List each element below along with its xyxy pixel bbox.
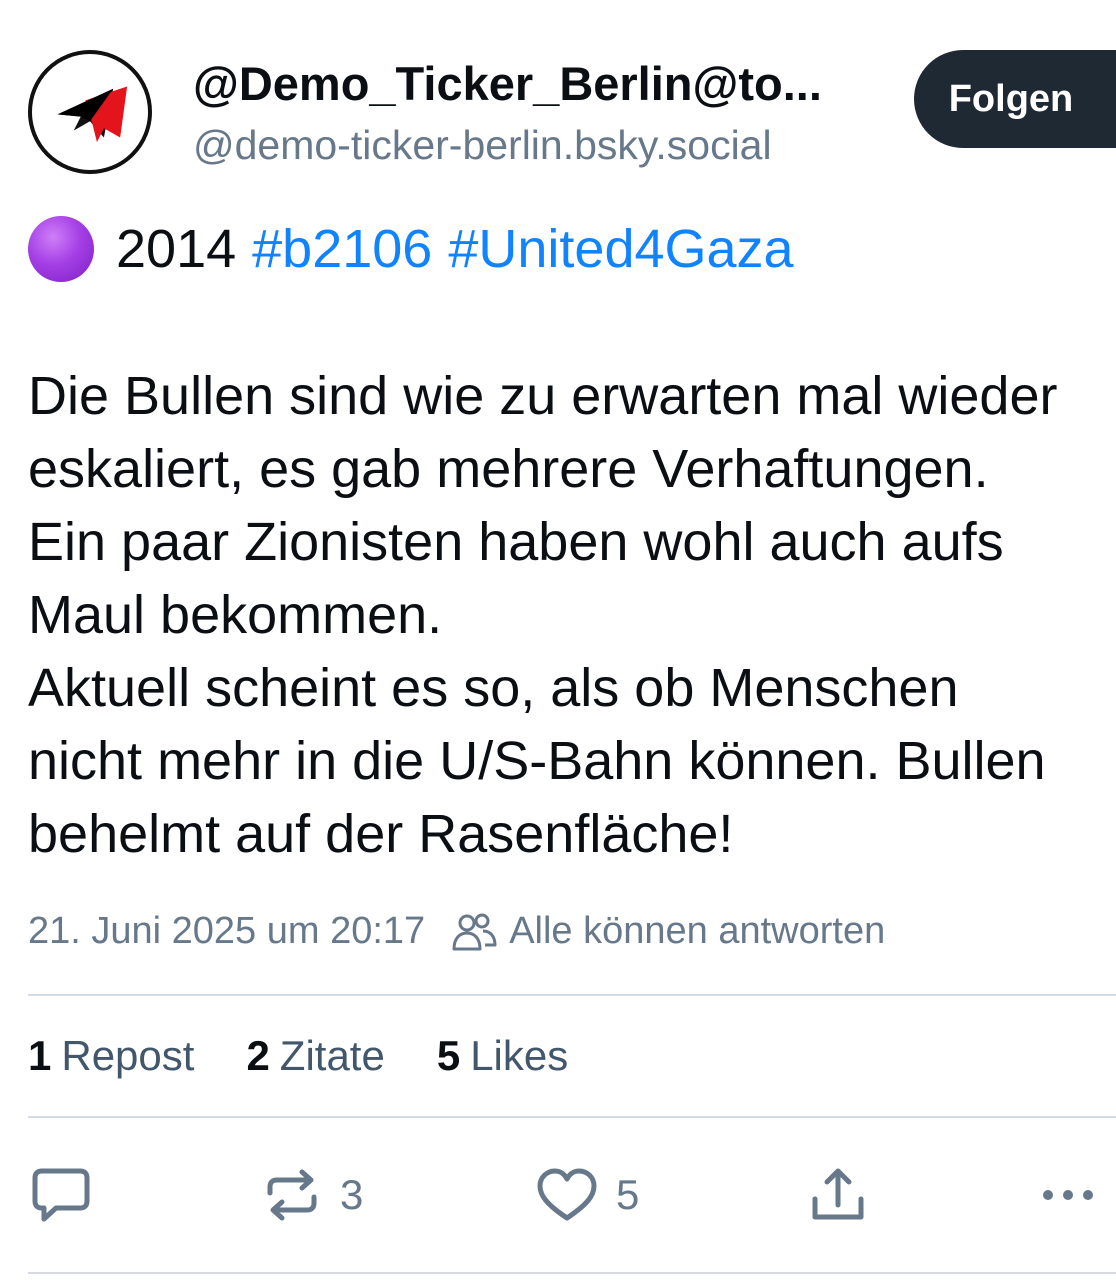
repost-stat[interactable]: 1 Repost	[28, 1032, 194, 1080]
heart-icon	[537, 1168, 597, 1221]
post-meta: 21. Juni 2025 um 20:17 Alle können antwo…	[28, 910, 885, 953]
people-icon	[452, 913, 497, 950]
hashtag-link[interactable]: #United4Gaza	[448, 216, 793, 282]
like-button[interactable]: 5	[536, 1160, 639, 1230]
antifa-flags-logo-icon	[57, 86, 128, 143]
quote-label: Zitate	[279, 1032, 385, 1079]
reply-setting[interactable]: Alle können antworten	[509, 910, 885, 953]
avatar[interactable]	[28, 50, 152, 174]
divider	[28, 1116, 1116, 1118]
divider	[28, 994, 1116, 996]
post-body-line: eskaliert, es gab mehrere Verhaftungen.	[28, 439, 989, 499]
post-body-line: Aktuell scheint es so, als ob Menschen	[28, 658, 959, 718]
post-body-line: nicht mehr in die U/S-Bahn können. Bulle…	[28, 731, 1046, 791]
purple-circle-icon	[28, 216, 94, 282]
repost-count: 1	[28, 1032, 52, 1079]
like-label: Likes	[470, 1032, 569, 1079]
hashtag-link[interactable]: #b2106	[252, 216, 432, 282]
post-year: 2014	[116, 219, 237, 279]
share-button[interactable]	[808, 1160, 868, 1230]
repost-label: Repost	[61, 1032, 195, 1079]
quote-stat[interactable]: 2 Zitate	[246, 1032, 384, 1080]
repost-action-count: 3	[340, 1171, 364, 1218]
follow-button[interactable]: Folgen	[914, 50, 1116, 148]
post-body-line: behelmt auf der Rasenfläche!	[28, 804, 734, 864]
like-stat[interactable]: 5 Likes	[437, 1032, 568, 1080]
more-dots-icon	[1043, 1190, 1093, 1200]
divider	[28, 1272, 1116, 1274]
share-icon	[812, 1168, 864, 1220]
speech-bubble-icon	[32, 1168, 90, 1222]
post-body: Die Bullen sind wie zu erwarten mal wied…	[28, 360, 1113, 871]
post-timestamp: 21. Juni 2025 um 20:17	[28, 910, 426, 952]
like-action-count: 5	[616, 1171, 640, 1218]
tag-line: 2014 #b2106 #United4Gaza	[28, 216, 810, 282]
more-button[interactable]	[1040, 1160, 1100, 1230]
repost-button[interactable]: 3	[262, 1160, 363, 1230]
author-display-name[interactable]: @Demo_Ticker_Berlin@to...	[193, 56, 873, 111]
like-count: 5	[436, 1032, 461, 1079]
quote-count: 2	[246, 1032, 270, 1079]
post-body-line: Die Bullen sind wie zu erwarten mal wied…	[28, 366, 1058, 426]
author-handle[interactable]: @demo-ticker-berlin.bsky.social	[193, 122, 772, 169]
action-bar: 3 5	[0, 1160, 1116, 1230]
post-stats: 1 Repost 2 Zitate 5 Likes	[28, 1032, 620, 1080]
post-body-line: Maul bekommen.	[28, 585, 443, 645]
reply-button[interactable]	[30, 1160, 92, 1230]
repost-arrows-icon	[267, 1169, 317, 1221]
post-body-line: Ein paar Zionisten haben wohl auch aufs	[28, 512, 1004, 572]
